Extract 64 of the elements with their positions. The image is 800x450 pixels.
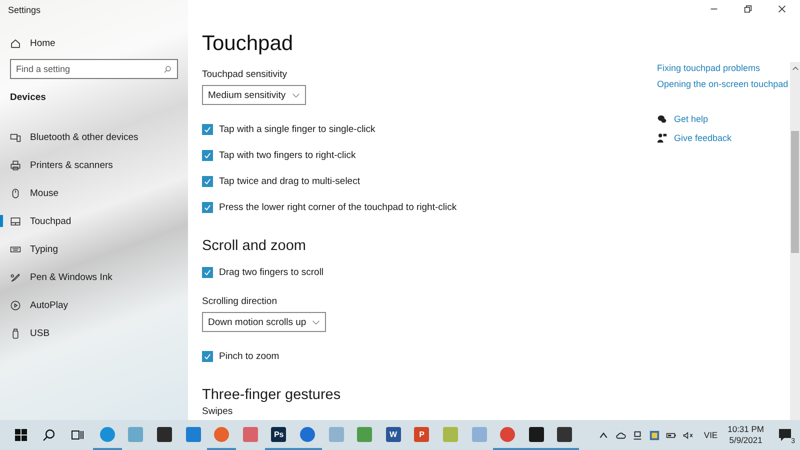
- sidebar-item[interactable]: Typing: [0, 235, 188, 263]
- scrollbar[interactable]: [790, 62, 800, 420]
- pen-icon: [10, 272, 21, 282]
- checkbox-label: Tap with a single finger to single-click: [219, 124, 376, 134]
- app-tray-icon[interactable]: [648, 430, 660, 440]
- person-icon: [657, 133, 667, 143]
- sidebar-item[interactable]: Bluetooth & other devices: [0, 123, 188, 151]
- home-icon: [10, 38, 21, 48]
- chat-bubble-icon: [657, 114, 667, 124]
- scrollbar-thumb[interactable]: [791, 131, 799, 253]
- checkbox-label: Tap with two fingers to right-click: [219, 150, 356, 160]
- checkbox[interactable]: [202, 124, 213, 134]
- page-title: Touchpad: [202, 31, 294, 57]
- window-title: Settings: [7, 4, 42, 17]
- mouse-icon: [10, 188, 21, 198]
- sidebar-item[interactable]: Touchpad: [0, 207, 188, 235]
- help-link[interactable]: Give feedback: [674, 130, 732, 146]
- checkbox-label: Press the lower right corner of the touchpad to right-click: [219, 202, 457, 212]
- clock[interactable]: 10:31 PM 5/9/2021: [728, 424, 764, 446]
- checkbox-label: Drag two fingers to scroll: [219, 266, 324, 278]
- task-view-icon[interactable]: [70, 428, 84, 442]
- help-link[interactable]: Fixing touchpad problems: [657, 60, 760, 76]
- sidebar-item[interactable]: Pen & Windows Ink: [0, 263, 188, 291]
- chevron-icon: [312, 320, 320, 324]
- touchpad-icon: [10, 216, 21, 226]
- field-label: Touchpad sensitivity: [202, 68, 288, 82]
- chevron-icon: [292, 92, 300, 98]
- sidebar-item[interactable]: Mouse: [0, 179, 188, 207]
- start-icon[interactable]: [14, 428, 28, 442]
- cloud-icon[interactable]: [614, 430, 626, 440]
- close-icon[interactable]: [778, 5, 786, 13]
- checkbox[interactable]: [202, 266, 213, 278]
- search-field[interactable]: Find a setting: [10, 59, 178, 79]
- speaker-icon[interactable]: [682, 430, 694, 440]
- autoplay-icon: [10, 300, 21, 310]
- dropdown[interactable]: Medium sensitivity: [202, 85, 306, 105]
- dropdown[interactable]: Down motion scrolls up: [202, 312, 326, 332]
- usb-icon: [10, 328, 21, 338]
- help-link[interactable]: Get help: [674, 111, 708, 127]
- home-link[interactable]: Home: [0, 35, 188, 51]
- sidebar-item[interactable]: USB: [0, 319, 188, 347]
- devices-icon: [10, 132, 21, 142]
- printer-icon: [10, 160, 21, 170]
- search-icon: [163, 64, 172, 74]
- field-label: Scrolling direction: [202, 295, 277, 309]
- checkbox[interactable]: [202, 176, 213, 186]
- field-label: Swipes: [202, 406, 233, 417]
- scroll-up-icon[interactable]: [792, 66, 798, 71]
- language-indicator[interactable]: VIE: [704, 430, 718, 440]
- sidebar-item[interactable]: AutoPlay: [0, 291, 188, 319]
- checkbox[interactable]: [202, 150, 213, 160]
- checkbox-label: Pinch to zoom: [219, 350, 280, 362]
- restore-icon[interactable]: [744, 5, 752, 13]
- checkbox[interactable]: [202, 202, 213, 212]
- sidebar-item[interactable]: Printers & scanners: [0, 151, 188, 179]
- help-link[interactable]: Opening the on-screen touchpad: [657, 76, 788, 92]
- section-heading: Devices: [9, 92, 47, 103]
- checkbox[interactable]: [202, 350, 213, 362]
- checkbox-label: Tap twice and drag to multi-select: [219, 176, 360, 186]
- device-icon[interactable]: [632, 430, 643, 440]
- section-heading: Scroll and zoom: [202, 237, 306, 255]
- search-icon[interactable]: [42, 428, 56, 442]
- caret-icon[interactable]: [598, 430, 609, 440]
- section-heading: Three-finger gestures: [202, 386, 341, 404]
